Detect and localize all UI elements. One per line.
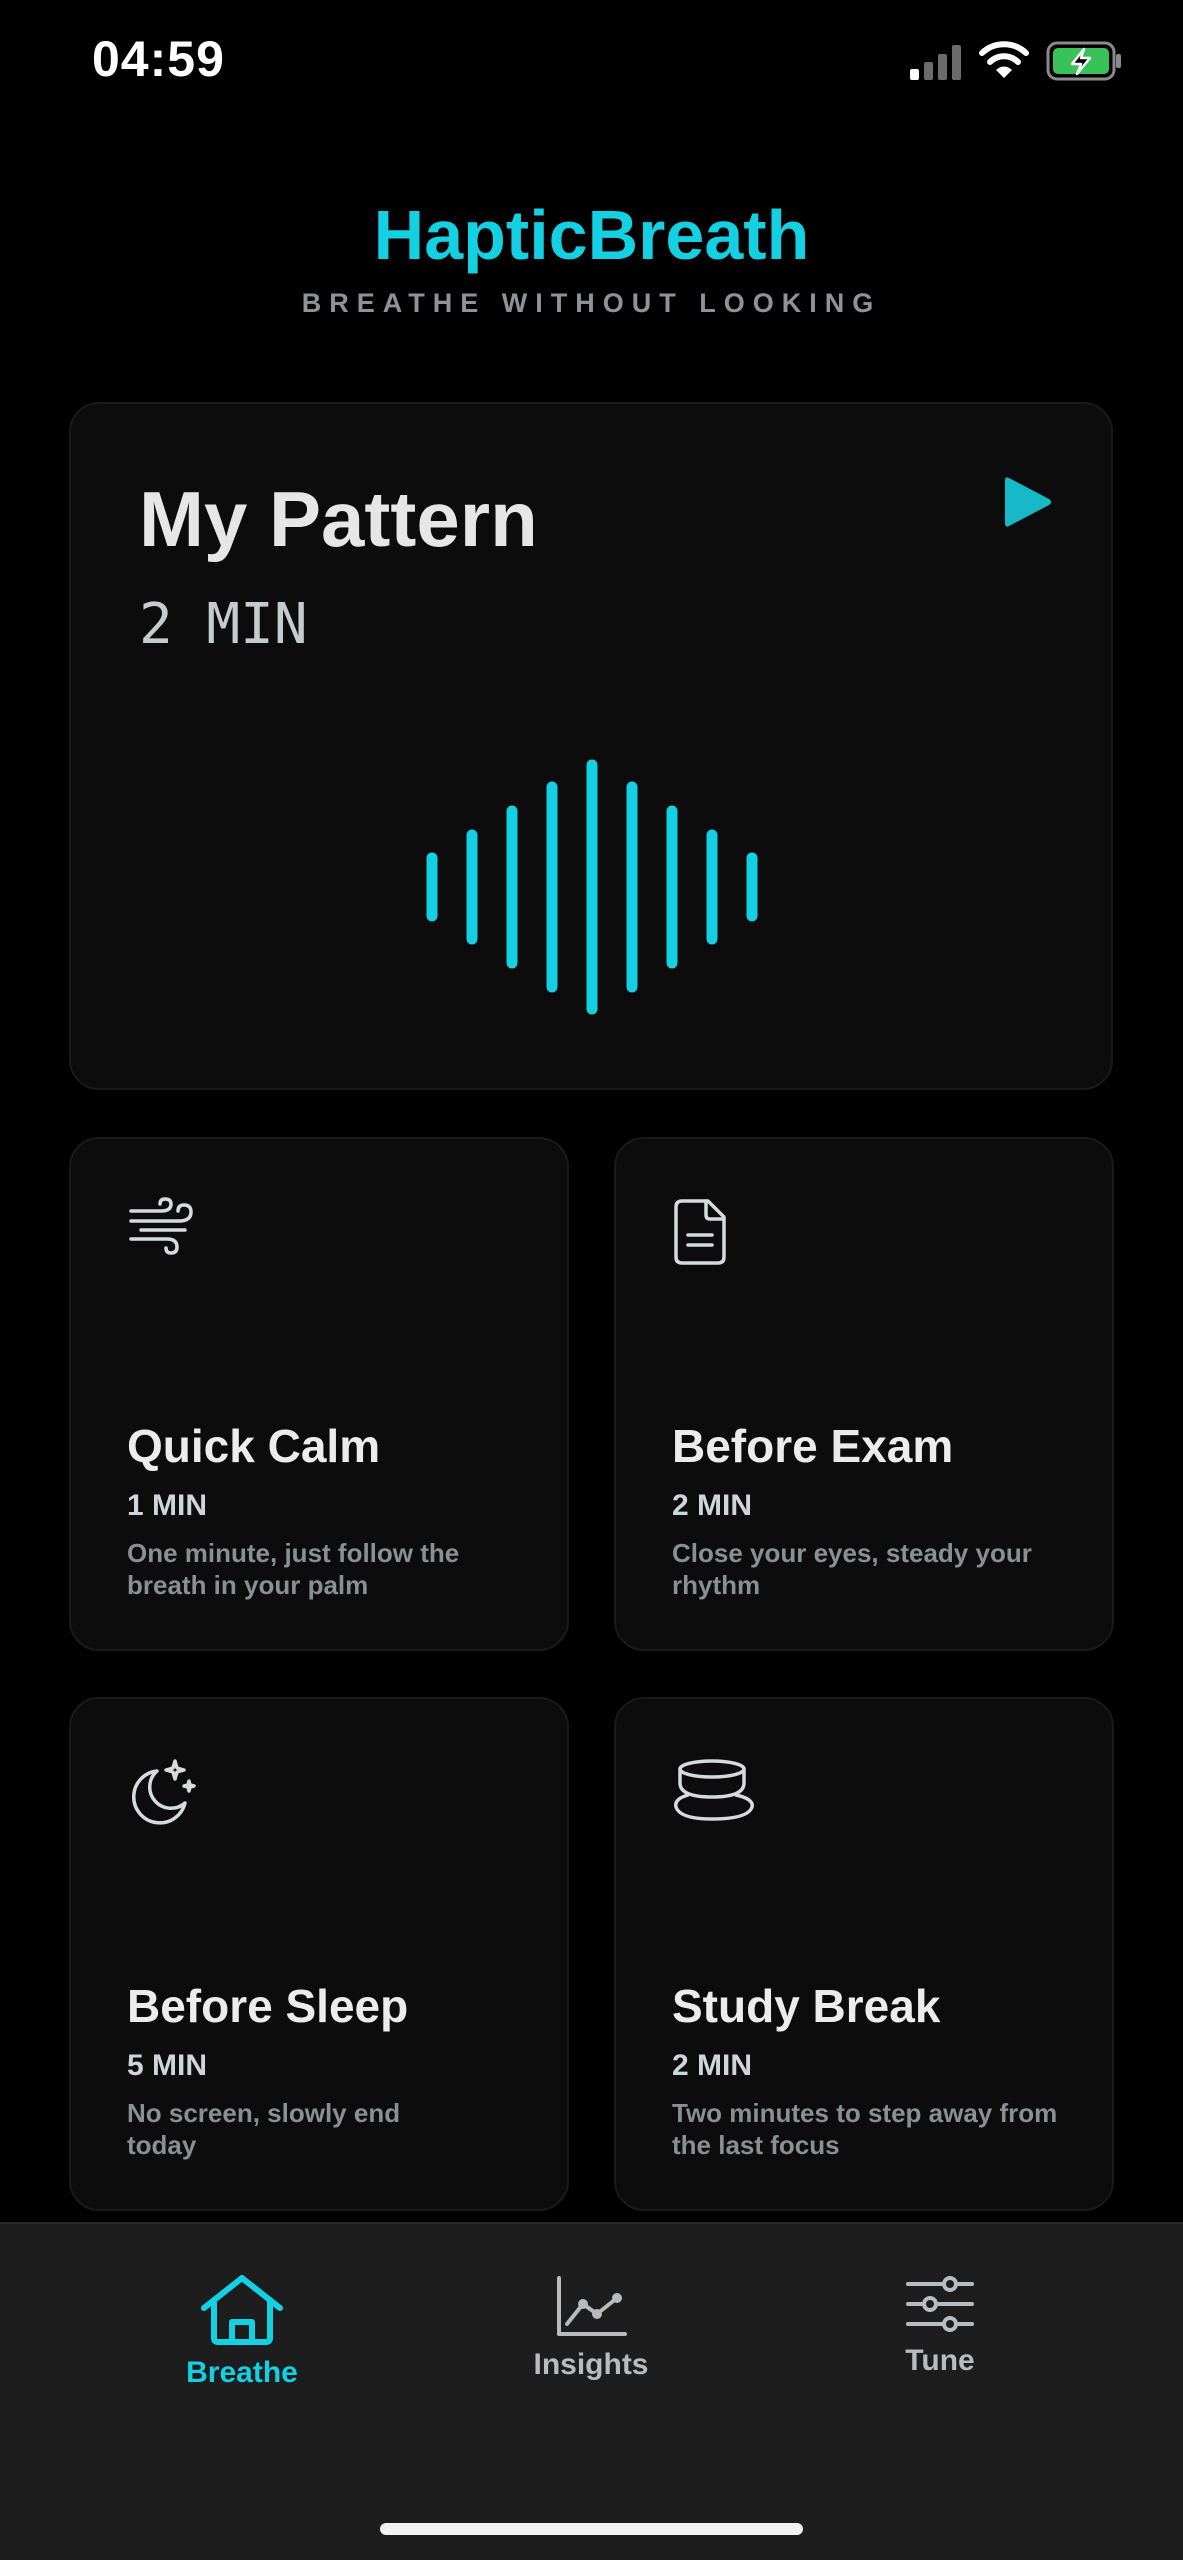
preset-card-before-sleep[interactable]: Before Sleep 5 MIN No screen, slowly end… <box>69 1697 569 2211</box>
preset-duration: 2 MIN <box>672 2049 753 2082</box>
app-title: HapticBreath <box>373 196 810 274</box>
status-time: 04:59 <box>92 31 225 87</box>
preset-title: Before Exam <box>672 1420 954 1472</box>
home-icon <box>201 2275 283 2345</box>
app-subtitle: BREATHE WITHOUT LOOKING <box>301 288 882 318</box>
preset-description: One minute, just follow the breath in yo… <box>127 1538 460 1600</box>
preset-card-before-exam[interactable]: Before Exam 2 MIN Close your eyes, stead… <box>614 1137 1114 1651</box>
featured-pattern-card[interactable]: My Pattern 2 MIN <box>69 402 1113 1090</box>
tab-label: Tune <box>905 2344 975 2377</box>
wind-icon <box>129 1197 193 1255</box>
wifi-icon <box>979 41 1029 78</box>
preset-duration: 2 MIN <box>672 1489 753 1522</box>
sliders-icon <box>906 2276 974 2332</box>
preset-title: Quick Calm <box>127 1420 381 1472</box>
preset-title: Study Break <box>672 1980 941 2032</box>
battery-charging-icon <box>1046 41 1121 81</box>
cup-icon <box>674 1759 754 1821</box>
tab-tune[interactable]: Tune <box>820 2274 1060 2424</box>
preset-duration: 5 MIN <box>127 2049 208 2082</box>
preset-description: No screen, slowly end today <box>127 2098 401 2160</box>
tab-breathe[interactable]: Breathe <box>122 2274 362 2424</box>
preset-card-study-break[interactable]: Study Break 2 MIN Two minutes to step aw… <box>614 1697 1114 2211</box>
preset-description: Two minutes to step away from the last f… <box>672 2098 1058 2160</box>
document-icon <box>674 1199 726 1265</box>
tab-bar: Breathe Insights Tune <box>0 2222 1183 2560</box>
moon-stars-icon <box>131 1759 196 1825</box>
status-bar: 04:59 <box>0 0 1183 130</box>
tab-insights[interactable]: Insights <box>471 2274 711 2424</box>
waveform-icon <box>426 759 758 1015</box>
preset-description: Close your eyes, steady your rhythm <box>672 1538 1032 1600</box>
tab-label: Insights <box>533 2348 649 2381</box>
chart-icon <box>557 2276 627 2336</box>
preset-title: Before Sleep <box>127 1980 409 2032</box>
preset-card-quick-calm[interactable]: Quick Calm 1 MIN One minute, just follow… <box>69 1137 569 1651</box>
cellular-signal-icon <box>910 45 961 80</box>
tab-label: Breathe <box>186 2356 298 2389</box>
home-indicator[interactable] <box>380 2523 803 2535</box>
preset-duration: 1 MIN <box>127 1489 208 1522</box>
